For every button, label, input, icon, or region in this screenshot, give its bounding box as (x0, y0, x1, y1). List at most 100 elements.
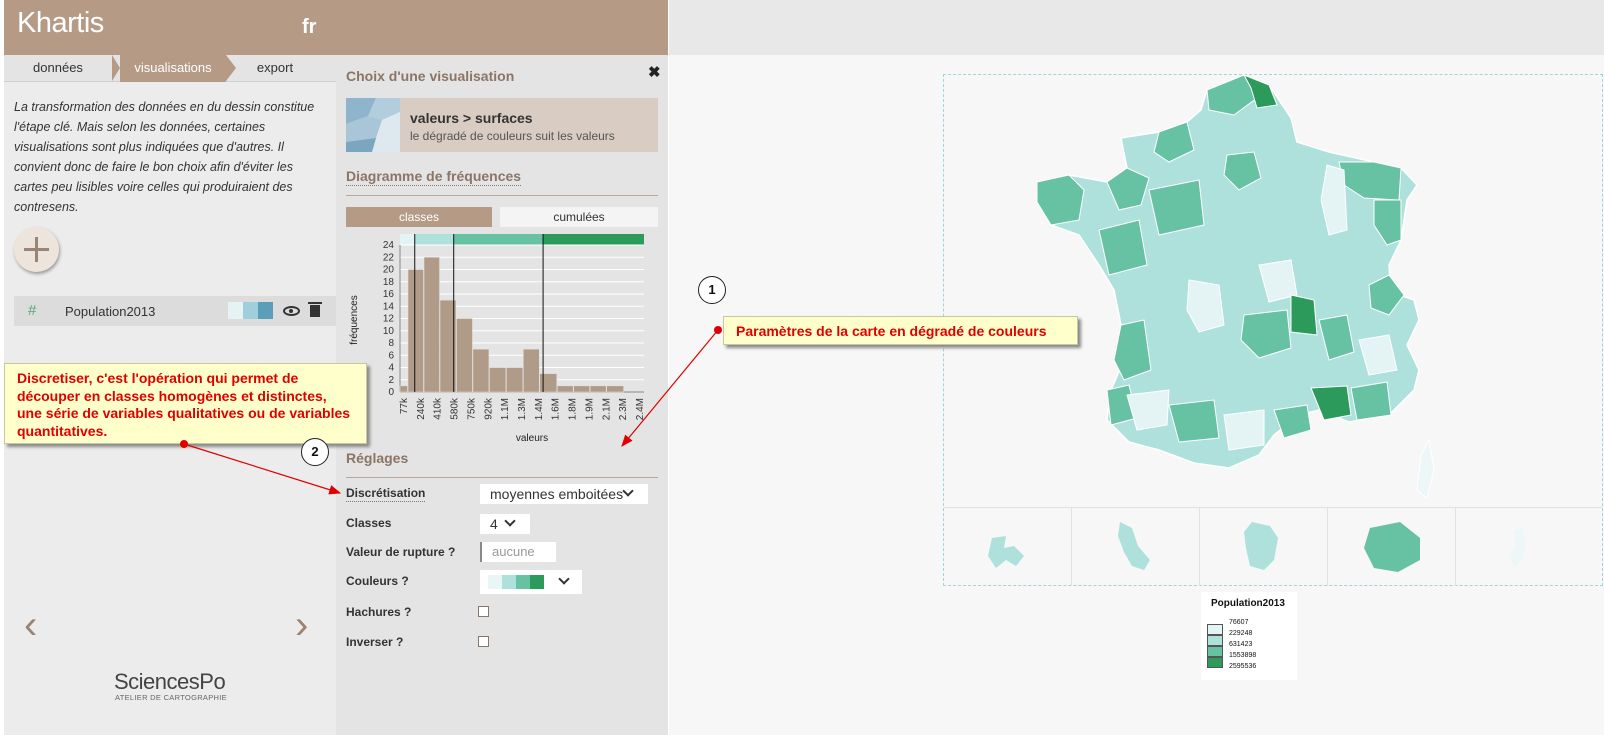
histogram-bar (556, 385, 574, 393)
toggle-classes[interactable]: classes (346, 207, 492, 227)
tab-visualisations[interactable]: visualisations (120, 55, 226, 82)
visualization-name: valeurs > surfaces (410, 110, 533, 126)
legend-value: 2595536 (1229, 663, 1257, 670)
add-layer-button[interactable] (14, 227, 59, 272)
map-legend: Population2013 76607 229248 631423 1553898 2… (1201, 592, 1297, 680)
khartis-logo[interactable]: Khartis (17, 7, 104, 40)
y-tick-label: 8 (388, 338, 394, 349)
trash-icon[interactable] (308, 302, 322, 317)
histogram-bar (456, 318, 473, 393)
department-region (1113, 319, 1152, 381)
martinique-cell (1072, 508, 1200, 586)
couleurs-label: Couleurs ? (346, 574, 409, 588)
layer-color-swatches (228, 302, 273, 319)
chevron-down-icon (558, 573, 570, 585)
y-tick-label: 12 (383, 314, 395, 325)
y-tick-label: 2 (388, 375, 394, 386)
eye-icon[interactable] (283, 306, 300, 316)
close-icon[interactable]: ✖ (648, 63, 661, 81)
next-arrow-icon[interactable]: › (295, 603, 308, 648)
hash-icon: # (28, 302, 37, 319)
x-tick-label: 1.1M (500, 398, 511, 420)
layer-swatch (258, 302, 273, 319)
visualization-thumbnail (346, 98, 400, 152)
layer-swatch (243, 302, 258, 319)
legend-swatch (1207, 657, 1223, 668)
classes-label: Classes (346, 516, 392, 530)
prev-arrow-icon[interactable]: ‹ (24, 603, 37, 648)
layer-name: Population2013 (65, 304, 156, 319)
tab-export[interactable]: export (238, 55, 312, 82)
department-region (1350, 381, 1392, 421)
discretisation-value: moyennes emboitées (490, 486, 624, 502)
divider (346, 477, 658, 478)
y-tick-label: 16 (383, 289, 395, 300)
hachures-label: Hachures ? (346, 605, 412, 619)
y-tick-label: 22 (383, 252, 395, 263)
histogram-bar (523, 348, 540, 393)
couleurs-select[interactable] (480, 570, 582, 594)
palette-swatch (516, 575, 530, 589)
histogram-bar (606, 385, 624, 393)
y-tick-label: 14 (383, 301, 395, 312)
x-axis-label: valeurs (516, 433, 548, 444)
step-marker-2: 2 (301, 438, 329, 466)
discretisation-label: Discrétisation (346, 486, 426, 502)
y-axis-label: fréquences (349, 295, 360, 344)
nav-tabs: données visualisations export (4, 55, 336, 82)
app-header: Khartis fr (4, 0, 668, 55)
histogram-bar (423, 257, 440, 393)
x-tick-label: 1.8M (568, 398, 579, 420)
palette-swatches (488, 575, 544, 589)
guadeloupe-cell (944, 508, 1072, 586)
legend-swatch (1207, 646, 1223, 657)
france-choropleth-map[interactable] (1029, 70, 1439, 500)
callout-discretisation-definition: Discretiser, c'est l'opération qui perme… (4, 363, 367, 444)
tab-active-arrow (226, 55, 236, 81)
histogram-bar (472, 348, 490, 393)
language-switch[interactable]: fr (302, 16, 316, 39)
intro-text: La transformation des données en du dess… (14, 100, 315, 214)
chevron-down-icon (504, 515, 516, 527)
histogram-bar (489, 367, 507, 393)
x-tick-label: 2.1M (601, 398, 612, 420)
legend-value: 631423 (1229, 641, 1253, 648)
legend-swatch (1207, 624, 1223, 635)
inverser-checkbox[interactable] (478, 636, 489, 647)
legend-value: 229248 (1229, 630, 1253, 637)
discretisation-select[interactable]: moyennes emboitées (480, 484, 648, 504)
visualization-description: le dégradé de couleurs suit les valeurs (410, 129, 615, 143)
tab-donnees[interactable]: données (4, 55, 112, 82)
chevron-down-icon (622, 485, 634, 497)
classes-select[interactable]: 4 (480, 514, 530, 534)
mayotte-cell (1456, 508, 1584, 586)
x-tick-label: 77k (399, 397, 410, 414)
department-region (1036, 174, 1085, 226)
overseas-territories (944, 507, 1602, 586)
rupture-input[interactable]: aucune (480, 542, 556, 562)
x-tick-label: 1.6M (551, 398, 562, 420)
class-color-band (400, 234, 415, 245)
tab-separator (112, 55, 120, 81)
palette-swatch (530, 575, 544, 589)
department-region (1290, 294, 1318, 336)
corsica (1416, 438, 1435, 499)
y-tick-label: 20 (383, 265, 395, 276)
visualization-card[interactable]: valeurs > surfaces le dégradé de couleur… (346, 98, 658, 152)
x-tick-label: 1.9M (584, 398, 595, 420)
layer-row[interactable]: # Population2013 (14, 296, 336, 326)
legend-swatch (1207, 635, 1223, 646)
map-canvas: Population2013 76607 229248 631423 1553898 2… (669, 55, 1604, 735)
y-tick-label: 18 (383, 277, 395, 288)
callout-color-gradient-params: Paramètres de la carte en dégradé de cou… (723, 316, 1078, 345)
histogram-bar (407, 269, 424, 393)
y-tick-label: 10 (383, 326, 395, 337)
department-region (1223, 409, 1265, 451)
toggle-cumulees[interactable]: cumulées (500, 207, 658, 227)
frequency-histogram: 02468101214161820222477k 240k 410k 580k 750k… (349, 234, 646, 444)
y-tick-label: 24 (383, 240, 395, 251)
x-tick-label: 240k (416, 397, 427, 420)
hachures-checkbox[interactable] (478, 606, 489, 617)
sciencespo-subtitle: ATELIER DE CARTOGRAPHIE (115, 693, 227, 702)
x-tick-label: 920k (483, 397, 494, 420)
